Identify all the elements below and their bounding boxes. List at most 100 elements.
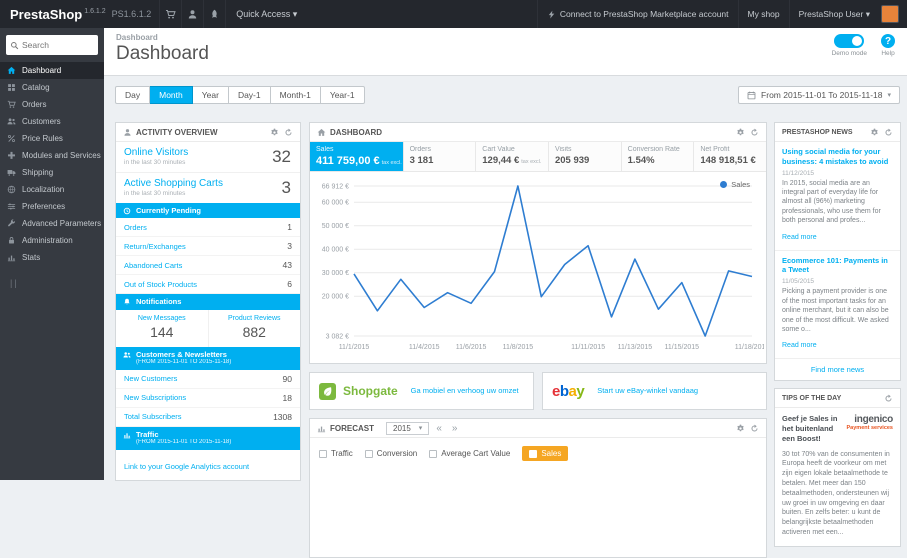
kpi-strip: Sales 411 759,00 € tax excl. Orders 3 181… [310,142,766,172]
sidebar-item-label: Customers [22,117,61,126]
ebay-link[interactable]: Start uw eBay-winkel vandaag [597,386,698,395]
sidebar-item-price-rules[interactable]: Price Rules [0,130,104,147]
product-reviews-value: 882 [242,323,266,340]
read-more-link[interactable]: Read more [782,234,817,241]
article-title-link[interactable]: Ecommerce 101: Payments in a Tweet [782,256,893,276]
breadcrumb: Dashboard [116,33,158,42]
product-reviews-link[interactable]: Product Reviews [211,315,299,322]
quick-access-menu[interactable]: Quick Access ▾ [225,0,307,28]
abandoned-carts-value: 43 [282,260,292,271]
online-visitors-link[interactable]: Online Visitors [124,147,292,158]
abandoned-carts-link[interactable]: Abandoned Carts [124,261,182,270]
refresh-icon[interactable] [884,394,893,403]
period-day-1-button[interactable]: Day-1 [228,86,271,104]
sidebar-item-label: Shipping [22,168,54,177]
period-day-button[interactable]: Day [115,86,151,104]
sidebar-item-modules-and-services[interactable]: Modules and Services [0,147,104,164]
main-column: DASHBOARD Sales 411 759,00 € tax excl. Or… [309,122,767,558]
refresh-icon[interactable] [750,128,759,137]
gear-icon[interactable] [870,128,879,137]
sidebar-item-catalog[interactable]: Catalog [0,79,104,96]
sidebar-item-preferences[interactable]: Preferences [0,198,104,215]
forecast-legend-average-cart-value[interactable]: Average Cart Value [429,449,510,458]
refresh-icon[interactable] [750,424,759,433]
bell-icon [123,298,131,306]
pending-returns-link[interactable]: Return/Exchanges [124,242,186,251]
new-customers-link[interactable]: New Customers [124,374,177,383]
forecast-legend-sales[interactable]: Sales [522,446,569,461]
active-carts-link[interactable]: Active Shopping Carts [124,178,292,189]
kpi-conversion-rate[interactable]: Conversion Rate 1.54% [620,142,694,171]
activity-panel-title: ACTIVITY OVERVIEW [136,127,218,137]
sidebar-search [6,35,98,55]
kpi-cart-value[interactable]: Cart Value 129,44 € tax excl. [475,142,548,171]
user-menu[interactable]: PrestaShop User ▾ [788,0,879,28]
kpi-net-profit[interactable]: Net Profit 148 918,51 € [693,142,766,171]
sidebar-item-advanced-parameters[interactable]: Advanced Parameters [0,215,104,232]
pending-orders-value: 1 [287,222,292,233]
rocket-icon[interactable] [203,0,225,28]
year-select[interactable]: 2015 ▾ [386,421,430,435]
article-title-link[interactable]: Using social media for your business: 4 … [782,147,893,167]
sidebar-item-customers[interactable]: Customers [0,113,104,130]
refresh-icon[interactable] [884,128,893,137]
header-widgets: Demo mode ? Help [832,34,895,57]
chart-legend[interactable]: Sales [720,180,750,189]
date-range-button[interactable]: From 2015-11-01 To 2015-11-18 ▾ [738,86,900,104]
sidebar-item-shipping[interactable]: Shipping [0,164,104,181]
kpi-orders[interactable]: Orders 3 181 [402,142,476,171]
shopgate-link[interactable]: Ga mobiel en verhoog uw omzet [411,386,519,395]
sidebar-item-dashboard[interactable]: Dashboard [0,62,104,79]
new-messages-link[interactable]: New Messages [118,315,206,322]
new-subscriptions-link[interactable]: New Subscriptions [124,393,186,402]
demo-mode-widget: Demo mode [832,34,867,57]
svg-text:3 082 €: 3 082 € [326,334,349,341]
sidebar-item-stats[interactable]: Stats [0,249,104,266]
sidebar-collapse-button[interactable]: || [0,278,104,288]
article-body: In 2015, social media are an integral pa… [782,179,881,225]
sidebar-item-localization[interactable]: Localization [0,181,104,198]
home-icon [7,66,16,75]
stats-icon [7,253,16,262]
period-month-button[interactable]: Month [150,86,193,104]
gear-icon[interactable] [270,128,279,137]
read-more-link[interactable]: Read more [782,342,817,349]
gear-icon[interactable] [736,424,745,433]
prestashop-logo: PrestaShop 1.6.1.2 [0,7,112,22]
demo-mode-toggle[interactable] [834,34,865,48]
gear-icon[interactable] [736,128,745,137]
cart-icon[interactable] [159,0,181,28]
sidebar-item-orders[interactable]: Orders [0,96,104,113]
pending-orders-link[interactable]: Orders [124,223,147,232]
period-year-1-button[interactable]: Year-1 [320,86,365,104]
total-subscribers-link[interactable]: Total Subscribers [124,412,182,421]
pending-row-orders: Orders 1 [116,218,300,238]
ebay-letter: b [559,382,569,400]
refresh-icon[interactable] [284,128,293,137]
forecast-legend-traffic[interactable]: Traffic [319,449,353,458]
user-avatar[interactable] [881,5,899,23]
prev-year-button[interactable]: « [433,423,445,434]
pending-row-returns: Return/Exchanges 3 [116,237,300,257]
period-month-1-button[interactable]: Month-1 [270,86,321,104]
sidebar-item-administration[interactable]: Administration [0,232,104,249]
marketplace-link[interactable]: Connect to PrestaShop Marketplace accoun… [536,0,738,28]
forecast-legend-conversion[interactable]: Conversion [364,449,417,458]
ebay-module: e b a y Start uw eBay-winkel vandaag [542,372,767,410]
customers-title: Customers & Newsletters [136,349,227,359]
my-shop-link[interactable]: My shop [737,0,789,28]
out-of-stock-link[interactable]: Out of Stock Products [124,280,197,289]
activity-icon [123,128,132,137]
google-analytics-link[interactable]: Link to your Google Analytics account [124,462,249,471]
find-more-news-link[interactable]: Find more news [775,359,900,380]
kpi-visits[interactable]: Visits 205 939 [547,142,621,171]
page-title: Dashboard [116,43,209,64]
user-icon[interactable] [181,0,203,28]
kpi-sales[interactable]: Sales 411 759,00 € tax excl. [310,142,403,171]
pending-row-abandoned-carts: Abandoned Carts 43 [116,256,300,276]
period-year-button[interactable]: Year [192,86,229,104]
search-input[interactable] [22,40,98,50]
lock-icon [7,236,16,245]
help-icon[interactable]: ? [881,34,895,48]
next-year-button[interactable]: » [449,423,461,434]
